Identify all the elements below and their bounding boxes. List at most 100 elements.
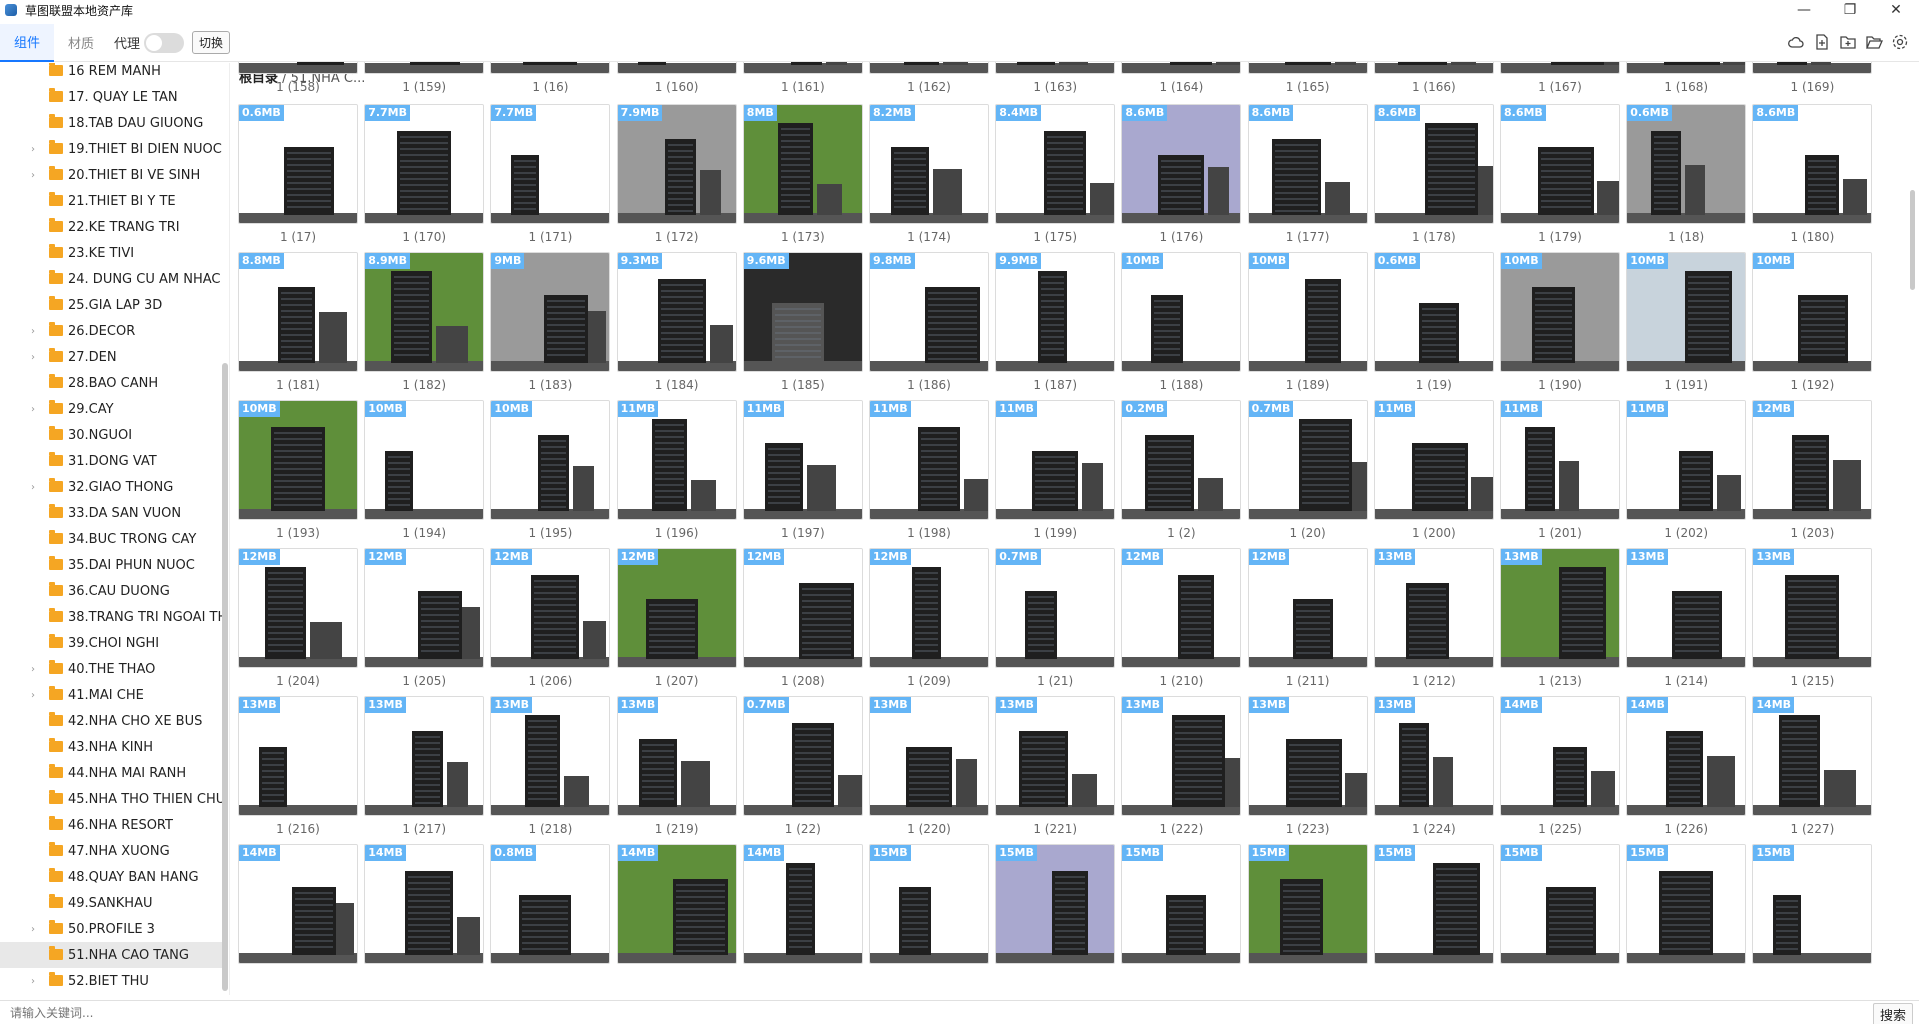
asset-thumbnail[interactable]: 10MB <box>1247 252 1368 372</box>
asset-thumbnail[interactable]: 12MB <box>1247 548 1368 668</box>
asset-thumbnail[interactable]: 13MB <box>616 696 737 816</box>
asset-thumbnail[interactable]: 12MB <box>742 548 863 668</box>
asset-thumbnail[interactable]: 13MB <box>1247 696 1368 816</box>
asset-thumbnail[interactable]: 9MB <box>490 252 611 372</box>
open-folder-icon[interactable] <box>1865 33 1883 51</box>
asset-thumbnail[interactable]: 13MB <box>490 696 611 816</box>
asset-thumbnail[interactable]: 15MB <box>1121 844 1242 964</box>
asset-thumbnail[interactable]: 12MB <box>238 548 358 668</box>
sidebar-folder-item[interactable]: › 41.MAI CHE <box>0 682 222 708</box>
asset-thumbnail[interactable]: 10MB <box>238 400 358 520</box>
asset-thumbnail[interactable]: 0.6MB <box>1373 252 1494 372</box>
sidebar-folder-item[interactable]: 43.NHA KINH <box>0 734 222 760</box>
asset-thumbnail[interactable]: 8.6MB <box>1121 104 1242 224</box>
sidebar-folder-item[interactable]: 31.DONG VAT <box>0 448 222 474</box>
sidebar-folder-item[interactable]: 38.TRANG TRI NGOAI TH <box>0 604 222 630</box>
asset-thumbnail[interactable]: 11MB <box>742 400 863 520</box>
expand-caret-icon[interactable]: › <box>31 664 35 675</box>
proxy-toggle[interactable] <box>144 32 185 53</box>
asset-thumbnail[interactable]: 11MB <box>1626 400 1747 520</box>
asset-thumbnail[interactable]: 12MB <box>1752 400 1873 520</box>
asset-thumbnail[interactable]: 15MB <box>1373 844 1494 964</box>
asset-thumbnail[interactable]: 13MB <box>1752 548 1873 668</box>
sidebar-folder-item[interactable]: 35.DAI PHUN NUOC <box>0 552 222 578</box>
sidebar-folder-item[interactable]: 36.CAU DUONG <box>0 578 222 604</box>
sidebar-folder-item[interactable]: › 32.GIAO THONG <box>0 474 222 500</box>
sidebar-folder-item[interactable]: 23.KE TIVI <box>0 240 222 266</box>
asset-thumbnail[interactable]: 0.7MB <box>995 548 1116 668</box>
sidebar-folder-item[interactable]: 39.CHOI NGHI <box>0 630 222 656</box>
asset-thumbnail[interactable]: 8.2MB <box>869 104 989 224</box>
close-button[interactable]: ✕ <box>1873 0 1919 20</box>
search-input[interactable] <box>10 1003 1860 1023</box>
expand-caret-icon[interactable]: › <box>31 326 35 337</box>
asset-thumbnail[interactable]: 14MB <box>364 844 485 964</box>
asset-thumbnail[interactable] <box>869 62 989 74</box>
expand-caret-icon[interactable]: › <box>31 482 35 493</box>
sidebar-folder-item[interactable]: › 29.CAY <box>0 396 222 422</box>
asset-thumbnail[interactable]: 10MB <box>1121 252 1242 372</box>
asset-thumbnail[interactable]: 13MB <box>869 696 989 816</box>
asset-thumbnail[interactable]: 8.9MB <box>364 252 485 372</box>
sidebar-folder-item[interactable]: 51.NHA CAO TANG <box>0 942 222 968</box>
asset-thumbnail[interactable]: 12MB <box>1121 548 1242 668</box>
asset-thumbnail[interactable]: 10MB <box>1752 252 1873 372</box>
asset-thumbnail[interactable]: 8MB <box>742 104 863 224</box>
asset-thumbnail[interactable] <box>490 62 611 74</box>
asset-thumbnail[interactable]: 15MB <box>869 844 989 964</box>
asset-thumbnail[interactable]: 14MB <box>1626 696 1747 816</box>
asset-thumbnail[interactable]: 13MB <box>1121 696 1242 816</box>
expand-caret-icon[interactable]: › <box>31 170 35 181</box>
asset-thumbnail[interactable]: 9.6MB <box>742 252 863 372</box>
sidebar-folder-item[interactable]: 47.NHA XUONG <box>0 838 222 864</box>
asset-thumbnail[interactable]: 8.4MB <box>995 104 1116 224</box>
asset-thumbnail[interactable]: 12MB <box>869 548 989 668</box>
asset-thumbnail[interactable]: 9.8MB <box>869 252 989 372</box>
sidebar-folder-item[interactable]: › 26.DECOR <box>0 318 222 344</box>
asset-thumbnail[interactable]: 13MB <box>1626 548 1747 668</box>
asset-thumbnail[interactable] <box>238 62 358 74</box>
asset-thumbnail[interactable]: 7.7MB <box>364 104 485 224</box>
sidebar-folder-item[interactable]: 34.BUC TRONG CAY <box>0 526 222 552</box>
asset-thumbnail[interactable]: 7.7MB <box>490 104 611 224</box>
asset-thumbnail[interactable]: 11MB <box>995 400 1116 520</box>
asset-thumbnail[interactable]: 14MB <box>616 844 737 964</box>
sidebar-folder-item[interactable]: 22.KE TRANG TRI <box>0 214 222 240</box>
asset-thumbnail[interactable]: 8.6MB <box>1500 104 1620 224</box>
asset-thumbnail[interactable] <box>742 62 863 74</box>
search-button[interactable]: 搜索 <box>1872 1003 1913 1024</box>
sidebar-folder-item[interactable]: 48.QUAY BAN HANG <box>0 864 222 890</box>
tab-materials[interactable]: 材质 <box>54 24 108 62</box>
asset-thumbnail[interactable]: 12MB <box>364 548 485 668</box>
sidebar-folder-item[interactable]: › 27.DEN <box>0 344 222 370</box>
grid-scrollbar[interactable] <box>1910 190 1915 290</box>
sidebar-folder-item[interactable]: › 20.THIET BI VE SINH <box>0 162 222 188</box>
minimize-button[interactable]: — <box>1781 0 1827 20</box>
sidebar-folder-item[interactable]: › 52.BIET THU <box>0 968 222 994</box>
sidebar-folder-item[interactable]: 25.GIA LAP 3D <box>0 292 222 318</box>
asset-thumbnail[interactable]: 0.6MB <box>1626 104 1747 224</box>
sidebar-folder-item[interactable]: 21.THIET BI Y TE <box>0 188 222 214</box>
asset-thumbnail[interactable]: 7.9MB <box>616 104 737 224</box>
sidebar-folder-item[interactable]: 18.TAB DAU GIUONG <box>0 110 222 136</box>
asset-thumbnail[interactable] <box>364 62 485 74</box>
expand-caret-icon[interactable]: › <box>31 352 35 363</box>
asset-thumbnail[interactable]: 11MB <box>869 400 989 520</box>
asset-thumbnail[interactable]: 9.3MB <box>616 252 737 372</box>
tab-components[interactable]: 组件 <box>0 23 55 62</box>
asset-thumbnail[interactable]: 15MB <box>995 844 1116 964</box>
asset-thumbnail[interactable] <box>1626 62 1747 74</box>
asset-thumbnail[interactable] <box>616 62 737 74</box>
asset-thumbnail[interactable]: 15MB <box>1500 844 1620 964</box>
asset-thumbnail[interactable]: 8.6MB <box>1752 104 1873 224</box>
asset-thumbnail[interactable]: 8.6MB <box>1247 104 1368 224</box>
sidebar-folder-item[interactable]: 28.BAO CANH <box>0 370 222 396</box>
asset-thumbnail[interactable]: 10MB <box>1626 252 1747 372</box>
asset-thumbnail[interactable]: 11MB <box>1373 400 1494 520</box>
maximize-button[interactable]: ❐ <box>1827 0 1873 20</box>
settings-icon[interactable] <box>1891 33 1909 51</box>
asset-thumbnail[interactable]: 0.7MB <box>1247 400 1368 520</box>
asset-thumbnail[interactable]: 14MB <box>742 844 863 964</box>
asset-thumbnail[interactable]: 15MB <box>1247 844 1368 964</box>
asset-thumbnail[interactable]: 14MB <box>238 844 358 964</box>
